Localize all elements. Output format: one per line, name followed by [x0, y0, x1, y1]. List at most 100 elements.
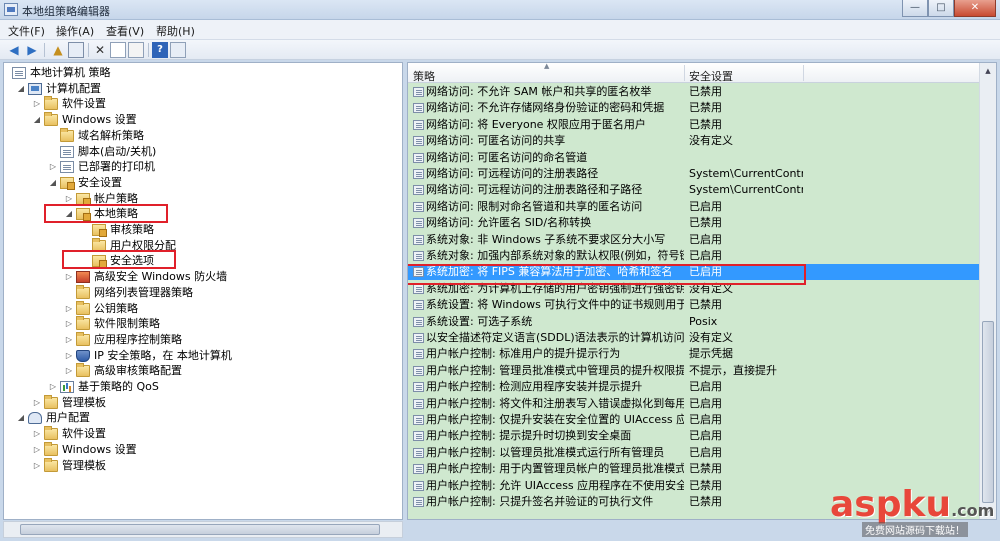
policy-row[interactable]: 用户帐户控制: 以管理员批准模式运行所有管理员 已启用	[408, 445, 980, 461]
maximize-button[interactable]: □	[928, 0, 954, 17]
collapsed-arrow-icon[interactable]: ▷	[64, 332, 74, 348]
scroll-thumb[interactable]	[982, 321, 994, 503]
tree-item[interactable]: ◢ Windows 设置	[4, 112, 402, 128]
policy-row[interactable]: 用户帐户控制: 用于内置管理员帐户的管理员批准模式 已禁用	[408, 461, 980, 477]
tree-item[interactable]: ▷ 管理模板	[4, 457, 402, 474]
collapsed-arrow-icon[interactable]: ▷	[32, 395, 42, 411]
help-icon[interactable]: ?	[152, 42, 168, 58]
collapsed-arrow-icon[interactable]: ▷	[48, 379, 58, 395]
collapsed-arrow-icon[interactable]: ▷	[32, 458, 42, 474]
tree-scroll-thumb[interactable]	[20, 524, 380, 535]
show-hide-tree-icon[interactable]	[68, 42, 84, 58]
collapsed-arrow-icon[interactable]: ▷	[64, 316, 74, 332]
folder-icon	[44, 96, 58, 111]
collapsed-arrow-icon[interactable]: ▷	[64, 301, 74, 317]
policy-setting: 没有定义	[689, 134, 733, 148]
menu-view[interactable]: 查看(V)	[106, 23, 144, 39]
policy-row[interactable]: 网络访问: 可远程访问的注册表路径和子路径 System\CurrentContr…	[408, 182, 980, 198]
policy-list-pane: 策略 ▲ 安全设置 网络访问: 不允许 SAM 帐户和共享的匿名枚举 已禁用 网络访…	[407, 62, 997, 520]
forward-arrow-icon[interactable]: ▶	[24, 42, 40, 58]
tree-item[interactable]: ▷ 高级审核策略配置	[4, 363, 402, 379]
policy-setting: 已启用	[689, 413, 722, 426]
tree-item[interactable]: 审核策略	[4, 222, 402, 238]
tree-horizontal-scrollbar[interactable]	[3, 521, 403, 538]
policy-row[interactable]: 系统对象: 加强内部系统对象的默认权限(例如，符号链接) 已启用	[408, 248, 980, 264]
column-header-policy[interactable]: 策略	[413, 68, 435, 84]
policy-row[interactable]: 系统对象: 非 Windows 子系统不要求区分大小写 已启用	[408, 232, 980, 248]
tree-item[interactable]: ▷ 软件设置	[4, 426, 402, 442]
policy-row[interactable]: 网络访问: 允许匿名 SID/名称转换 已禁用	[408, 215, 980, 231]
policy-icon	[413, 480, 424, 491]
policy-row[interactable]: 用户帐户控制: 将文件和注册表写入错误虚拟化到每用户位置已启用	[408, 396, 980, 412]
collapsed-arrow-icon[interactable]: ▷	[32, 442, 42, 458]
collapsed-arrow-icon[interactable]: ▷	[48, 159, 58, 175]
tree-item[interactable]: 域名解析策略	[4, 127, 402, 144]
tree-item[interactable]: ◢ 安全设置	[4, 175, 402, 191]
tree-item[interactable]: 脚本(启动/关机)	[4, 144, 402, 160]
tree-item[interactable]: ▷ 基于策略的 QoS	[4, 379, 402, 395]
policy-row[interactable]: 用户帐户控制: 仅提升安装在安全位置的 UIAccess 应用程序已启用	[408, 412, 980, 428]
collapsed-arrow-icon[interactable]: ▷	[64, 269, 74, 285]
properties-icon[interactable]	[110, 42, 126, 58]
tree-item[interactable]: ▷ 公钥策略	[4, 300, 402, 317]
collapsed-arrow-icon[interactable]: ▷	[64, 363, 74, 379]
policy-name: 用户帐户控制: 检测应用程序安装并提示提升	[426, 380, 643, 394]
policy-icon	[413, 283, 424, 294]
tree-item[interactable]: 本地计算机 策略	[4, 65, 402, 81]
policy-row[interactable]: 网络访问: 可匿名访问的共享 没有定义	[408, 133, 980, 149]
policy-row[interactable]: 网络访问: 可匿名访问的命名管道	[408, 150, 980, 166]
export-list-icon[interactable]	[128, 42, 144, 58]
expanded-arrow-icon[interactable]: ◢	[48, 175, 58, 191]
menu-action[interactable]: 操作(A)	[56, 23, 94, 39]
vertical-scrollbar[interactable]: ▲ ▼	[979, 63, 996, 519]
column-divider[interactable]	[803, 65, 804, 81]
menu-help[interactable]: 帮助(H)	[156, 23, 195, 39]
back-arrow-icon[interactable]: ◀	[6, 42, 22, 58]
policy-row[interactable]: 网络访问: 将 Everyone 权限应用于匿名用户 已禁用	[408, 117, 980, 133]
close-button[interactable]: ✕	[954, 0, 996, 17]
column-header-setting[interactable]: 安全设置	[689, 68, 733, 84]
annotation-highlight-policy	[408, 264, 806, 285]
tree-item[interactable]: ▷ 软件限制策略	[4, 316, 402, 332]
policy-row[interactable]: 用户帐户控制: 提示提升时切换到安全桌面 已启用	[408, 428, 980, 444]
tree-item[interactable]: ▷ 管理模板	[4, 394, 402, 411]
menu-file[interactable]: 文件(F)	[8, 23, 45, 39]
expanded-arrow-icon[interactable]: ◢	[16, 410, 26, 426]
delete-icon[interactable]: ✕	[92, 42, 108, 58]
tree-item[interactable]: ▷ IP 安全策略，在 本地计算机	[4, 348, 402, 364]
policy-row[interactable]: 系统设置: 可选子系统 Posix	[408, 314, 980, 330]
policy-row[interactable]: 网络访问: 限制对命名管道和共享的匿名访问 已启用	[408, 199, 980, 215]
policy-row[interactable]: 网络访问: 不允许 SAM 帐户和共享的匿名枚举 已禁用	[408, 84, 980, 100]
policy-name: 系统设置: 可选子系统	[426, 314, 533, 328]
collapsed-arrow-icon[interactable]: ▷	[32, 96, 42, 112]
policy-icon	[413, 218, 424, 229]
policy-setting: 提示凭据	[689, 347, 733, 361]
collapsed-arrow-icon[interactable]: ▷	[64, 348, 74, 364]
tree-item[interactable]: ▷ Windows 设置	[4, 441, 402, 458]
collapsed-arrow-icon[interactable]: ▷	[32, 426, 42, 442]
scroll-up-icon[interactable]: ▲	[980, 63, 996, 79]
policy-row[interactable]: 系统设置: 将 Windows 可执行文件中的证书规则用于软件... 已禁用	[408, 297, 980, 313]
policy-row[interactable]: 用户帐户控制: 管理员批准模式中管理员的提升权限提示的... 不提示，直接提升	[408, 363, 980, 379]
policy-row[interactable]: 以安全描述符定义语言(SDDL)语法表示的计算机访问限制 没有定义	[408, 330, 980, 346]
minimize-button[interactable]: —	[902, 0, 928, 17]
tree-item[interactable]: ▷ 应用程序控制策略	[4, 331, 402, 348]
column-divider[interactable]	[684, 65, 685, 81]
policy-row[interactable]: 网络访问: 可远程访问的注册表路径 System\CurrentContro...	[408, 166, 980, 182]
policy-icon	[413, 464, 424, 475]
expanded-arrow-icon[interactable]: ◢	[32, 112, 42, 128]
tree-item[interactable]: ◢ 计算机配置	[4, 81, 402, 97]
tree-item[interactable]: ▷ 已部署的打印机	[4, 159, 402, 175]
tree-item[interactable]: ◢ 用户配置	[4, 410, 402, 426]
policy-row[interactable]: 用户帐户控制: 检测应用程序安装并提示提升 已启用	[408, 379, 980, 395]
show-hide-action-pane-icon[interactable]	[170, 42, 186, 58]
expanded-arrow-icon[interactable]: ◢	[16, 81, 26, 97]
policy-row[interactable]: 用户帐户控制: 标准用户的提升提示行为 提示凭据	[408, 346, 980, 362]
policy-name: 用户帐户控制: 将文件和注册表写入错误虚拟化到每用户位置	[426, 396, 684, 410]
tree-item-label: 安全设置	[78, 175, 122, 189]
tree-item[interactable]: ▷ 高级安全 Windows 防火墙	[4, 269, 402, 285]
tree-item[interactable]: ▷ 软件设置	[4, 96, 402, 112]
up-folder-icon[interactable]: ▲	[50, 42, 66, 58]
tree-item[interactable]: 网络列表管理器策略	[4, 284, 402, 301]
policy-row[interactable]: 网络访问: 不允许存储网络身份验证的密码和凭据 已禁用	[408, 100, 980, 116]
